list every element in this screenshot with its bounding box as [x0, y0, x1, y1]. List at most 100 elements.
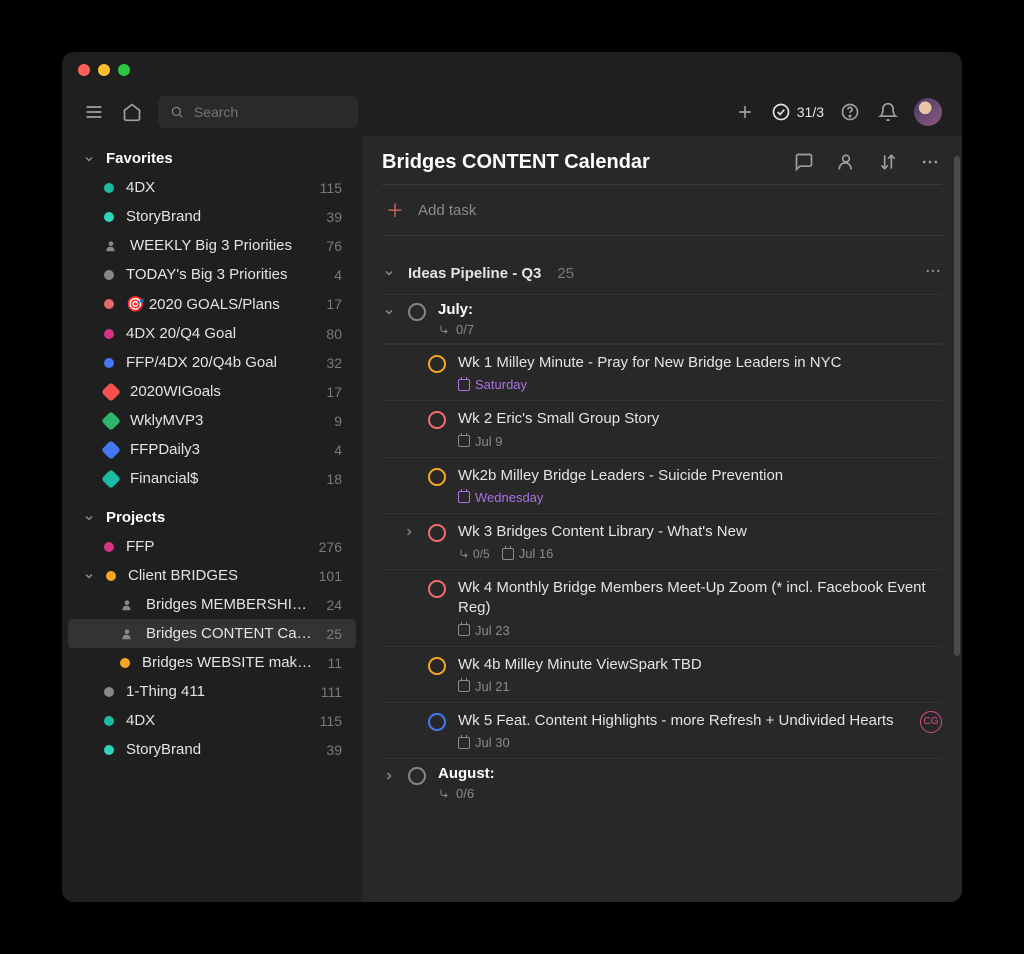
share-icon[interactable] [834, 150, 858, 174]
favorites-header[interactable]: Favorites [62, 144, 362, 173]
sidebar-item-label: 4DX [126, 712, 308, 729]
task-date: Wednesday [458, 490, 543, 505]
task-title: Wk 1 Milley Minute - Pray for New Bridge… [458, 353, 942, 373]
color-dot [104, 183, 114, 193]
sidebar-item-count: 276 [319, 539, 342, 555]
sidebar-item[interactable]: StoryBrand39 [62, 202, 362, 231]
task-checkbox[interactable] [428, 580, 446, 598]
task-title: Wk 4 Monthly Bridge Members Meet-Up Zoom… [458, 578, 942, 619]
task-checkbox[interactable] [428, 713, 446, 731]
task-checkbox[interactable] [428, 524, 446, 542]
task-checkbox[interactable] [428, 657, 446, 675]
search-box[interactable] [158, 96, 358, 128]
sidebar-item-label: TODAY's Big 3 Priorities [126, 266, 322, 283]
chevron-down-icon [82, 511, 96, 525]
task-checkbox[interactable] [428, 355, 446, 373]
notifications-icon[interactable] [876, 100, 900, 124]
home-icon[interactable] [120, 100, 144, 124]
color-dot [104, 299, 114, 309]
sidebar-item-label: Bridges MEMBERSHIP … [146, 596, 314, 613]
task-row[interactable]: Wk 4b Milley Minute ViewSpark TBDJul 21 [382, 646, 942, 702]
task-row[interactable]: July: 0/7 [382, 295, 942, 343]
sidebar-item[interactable]: 2020WIGoals 17 [62, 377, 362, 406]
task-checkbox[interactable] [408, 303, 426, 321]
sidebar-item[interactable]: Bridges MEMBERSHIP …24 [62, 590, 362, 619]
more-icon[interactable] [918, 150, 942, 174]
color-dot [104, 542, 114, 552]
sidebar-item-count: 115 [320, 180, 342, 196]
sidebar-item-label: Bridges WEBSITE make… [142, 654, 315, 671]
sidebar-item-count: 32 [326, 355, 342, 371]
sidebar-item[interactable]: StoryBrand39 [62, 735, 362, 764]
sidebar-item-count: 115 [320, 713, 342, 729]
menu-icon[interactable] [82, 100, 106, 124]
chevron-right-icon[interactable] [402, 526, 416, 538]
tag-icon [101, 382, 121, 402]
sidebar-item[interactable]: Financial$18 [62, 464, 362, 493]
calendar-icon [502, 548, 514, 560]
add-icon[interactable] [733, 100, 757, 124]
main-panel: Bridges CONTENT Calendar [362, 136, 962, 902]
scrollbar[interactable] [954, 156, 960, 656]
sidebar-item[interactable]: FFPDaily34 [62, 435, 362, 464]
assignee-badge[interactable]: CG [920, 711, 942, 733]
sidebar-item[interactable]: WEEKLY Big 3 Priorities76 [62, 231, 362, 260]
add-task-button[interactable]: ＋ Add task [382, 185, 942, 236]
sidebar-item[interactable]: 1-Thing 411111 [62, 677, 362, 706]
sidebar-item-label: 🎯 2020 GOALS/Plans [126, 295, 314, 313]
search-input[interactable] [194, 104, 346, 120]
comments-icon[interactable] [792, 150, 816, 174]
section-more-icon[interactable] [924, 262, 942, 284]
subtask-count: 0/6 [438, 786, 495, 801]
task-row[interactable]: Wk 1 Milley Minute - Pray for New Bridge… [382, 344, 942, 400]
sidebar-item-label: Bridges CONTENT Cal… [146, 625, 314, 642]
sidebar-item[interactable]: 🎯 2020 GOALS/Plans17 [62, 289, 362, 319]
sidebar-item-count: 17 [326, 384, 342, 400]
sidebar-item[interactable]: 4DX 115 [62, 706, 362, 735]
task-row[interactable]: Wk 3 Bridges Content Library - What's Ne… [382, 513, 942, 569]
sidebar-item[interactable]: Bridges WEBSITE make…11 [62, 648, 362, 677]
help-icon[interactable] [838, 100, 862, 124]
avatar[interactable] [914, 98, 942, 126]
task-date: Jul 23 [458, 623, 510, 638]
task-row[interactable]: Wk2b Milley Bridge Leaders - Suicide Pre… [382, 457, 942, 513]
task-title: Wk 5 Feat. Content Highlights - more Ref… [458, 711, 908, 731]
task-row[interactable]: Wk 4 Monthly Bridge Members Meet-Up Zoom… [382, 569, 942, 646]
mac-titlebar [62, 52, 962, 88]
sidebar-item[interactable]: 4DX115 [62, 173, 362, 202]
task-checkbox[interactable] [428, 411, 446, 429]
task-row[interactable]: August: 0/6 [382, 759, 942, 807]
sidebar-item[interactable]: WklyMVP39 [62, 406, 362, 435]
tag-icon [101, 440, 121, 460]
projects-header[interactable]: Projects [62, 503, 362, 532]
subtask-icon [438, 788, 450, 800]
color-dot [104, 687, 114, 697]
sidebar-item[interactable]: Bridges CONTENT Cal…25 [68, 619, 356, 648]
section-header[interactable]: Ideas Pipeline - Q3 25 [382, 236, 942, 294]
sidebar-item[interactable]: Client BRIDGES101 [62, 561, 362, 590]
sidebar-item-label: 2020WIGoals [130, 383, 314, 400]
search-icon [170, 104, 184, 120]
task-checkbox[interactable] [428, 468, 446, 486]
page-header: Bridges CONTENT Calendar [382, 146, 942, 185]
sidebar-item[interactable]: FFP/4DX 20/Q4b Goal32 [62, 348, 362, 377]
sidebar-item[interactable]: 4DX 20/Q4 Goal80 [62, 319, 362, 348]
progress-icon [771, 102, 791, 122]
task-row[interactable]: Wk 2 Eric's Small Group StoryJul 9 [382, 400, 942, 456]
chevron-right-icon [382, 769, 396, 783]
task-date: Jul 30 [458, 735, 510, 750]
page-title: Bridges CONTENT Calendar [382, 151, 776, 174]
task-row[interactable]: Wk 5 Feat. Content Highlights - more Ref… [382, 702, 942, 758]
sidebar-item-count: 4 [334, 267, 342, 283]
subtask-count: 0/7 [438, 322, 474, 337]
window-minimize[interactable] [98, 64, 110, 76]
task-checkbox[interactable] [408, 767, 426, 785]
person-icon [120, 598, 134, 612]
sidebar-item[interactable]: FFP276 [62, 532, 362, 561]
productivity-pill[interactable]: 31/3 [771, 102, 824, 122]
window-close[interactable] [78, 64, 90, 76]
window-zoom[interactable] [118, 64, 130, 76]
sidebar-item[interactable]: TODAY's Big 3 Priorities 4 [62, 260, 362, 289]
color-dot [104, 329, 114, 339]
sort-icon[interactable] [876, 150, 900, 174]
